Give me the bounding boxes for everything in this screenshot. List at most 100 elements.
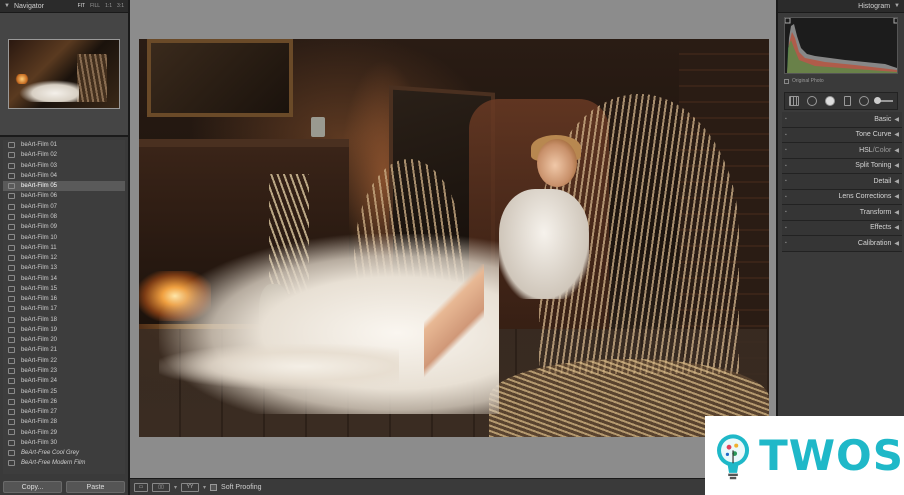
- expand-triangle-icon[interactable]: ◀: [894, 209, 899, 216]
- preset-item[interactable]: beArt-Film 28: [3, 417, 125, 427]
- preset-item[interactable]: beArt-Film 15: [3, 284, 125, 294]
- preset-icon: [8, 367, 15, 374]
- preset-item[interactable]: beArt-Film 30: [3, 438, 125, 448]
- panel-switch-icon[interactable]: ▪: [785, 194, 787, 200]
- preset-item[interactable]: beArt-Film 11: [3, 243, 125, 253]
- develop-panel-header[interactable]: ▪ Split Toning ◀: [782, 158, 902, 174]
- adjustment-brush-icon[interactable]: [873, 97, 893, 104]
- preset-item[interactable]: beArt-Film 18: [3, 315, 125, 325]
- preset-item[interactable]: beArt-Film 17: [3, 304, 125, 314]
- copy-button[interactable]: Copy...: [3, 481, 62, 493]
- expand-triangle-icon[interactable]: ◀: [894, 116, 899, 123]
- radial-filter-icon[interactable]: [858, 96, 869, 106]
- preset-item[interactable]: beArt-Film 21: [3, 345, 125, 355]
- crop-overlay-icon[interactable]: [789, 96, 800, 106]
- preset-item[interactable]: beArt-Film 14: [3, 273, 125, 283]
- expand-triangle-icon[interactable]: ◀: [894, 240, 899, 247]
- zoom-fit[interactable]: FIT: [78, 3, 86, 9]
- preset-item[interactable]: beArt-Film 10: [3, 232, 125, 242]
- preset-item[interactable]: beArt-Film 13: [3, 263, 125, 273]
- zoom-fill[interactable]: FILL: [90, 3, 100, 9]
- preset-label: beArt-Film 15: [21, 285, 58, 292]
- copy-paste-bar: Copy... Paste: [3, 481, 125, 495]
- panel-switch-icon[interactable]: ▪: [785, 147, 787, 153]
- original-photo-row[interactable]: Original Photo: [784, 78, 824, 84]
- expand-triangle-icon[interactable]: ◀: [894, 178, 899, 185]
- preset-item[interactable]: beArt-Film 26: [3, 397, 125, 407]
- preset-icon: [8, 234, 15, 241]
- soft-proofing-checkbox[interactable]: [210, 483, 218, 491]
- navigator-thumbnail[interactable]: [8, 39, 120, 109]
- preset-item[interactable]: beArt-Film 04: [3, 171, 125, 181]
- preset-item[interactable]: beArt-Film 16: [3, 294, 125, 304]
- navigator-header[interactable]: ▼ Navigator FIT FILL 1:1 3:1: [0, 0, 128, 13]
- expand-triangle-icon[interactable]: ◀: [894, 162, 899, 169]
- develop-panel-header[interactable]: ▪ Detail ◀: [782, 174, 902, 190]
- panel-switch-icon[interactable]: ▪: [785, 178, 787, 184]
- preset-item[interactable]: beArt-Film 08: [3, 212, 125, 222]
- preset-item[interactable]: beArt-Film 29: [3, 427, 125, 437]
- photo-bodice: [499, 189, 589, 299]
- collapse-triangle-icon[interactable]: ▼: [4, 3, 10, 9]
- preset-item[interactable]: beArt-Film 23: [3, 366, 125, 376]
- expand-triangle-icon[interactable]: ◀: [894, 224, 899, 231]
- red-eye-icon[interactable]: [825, 96, 836, 106]
- expand-triangle-icon[interactable]: ◀: [894, 193, 899, 200]
- develop-panel-header[interactable]: ▪ Transform ◀: [782, 205, 902, 221]
- preset-item[interactable]: beArt-Film 25: [3, 386, 125, 396]
- loupe-view-icon[interactable]: ▭: [134, 482, 148, 492]
- original-photo-checkbox[interactable]: [784, 78, 789, 84]
- preset-item[interactable]: beArt-Film 07: [3, 202, 125, 212]
- copy-settings-icon[interactable]: YY: [181, 482, 200, 492]
- panel-switch-icon[interactable]: ▪: [785, 225, 787, 231]
- zoom-3-1[interactable]: 3:1: [117, 3, 124, 9]
- develop-panel-header[interactable]: ▪ Basic ◀: [782, 112, 902, 128]
- main-photo[interactable]: [139, 39, 769, 437]
- preset-item[interactable]: beArt-Film 19: [3, 325, 125, 335]
- preset-item[interactable]: beArt-Film 02: [3, 150, 125, 160]
- preset-label: beArt-Film 06: [21, 193, 58, 200]
- preset-icon: [8, 275, 15, 282]
- preset-item[interactable]: beArt-Film 01: [3, 140, 125, 150]
- preset-item[interactable]: beArt-Film 20: [3, 335, 125, 345]
- histogram-header[interactable]: Histogram ▼: [778, 0, 904, 13]
- develop-panel-header[interactable]: ▪ Lens Corrections ◀: [782, 189, 902, 205]
- preset-item[interactable]: beArt-Film 03: [3, 161, 125, 171]
- panel-label-suffix[interactable]: Color: [875, 147, 892, 154]
- panel-switch-icon[interactable]: ▪: [785, 116, 787, 122]
- before-after-icon[interactable]: ▯▯: [152, 482, 170, 492]
- panel-switch-icon[interactable]: ▪: [785, 209, 787, 215]
- develop-panel-header[interactable]: ▪ Calibration ◀: [782, 236, 902, 252]
- preset-label: beArt-Film 21: [21, 347, 58, 354]
- graduated-filter-icon[interactable]: [843, 96, 851, 106]
- panel-switch-icon[interactable]: ▪: [785, 163, 787, 169]
- preset-label: beArt-Film 22: [21, 357, 58, 364]
- preset-item[interactable]: BeArt-Free Modern Film: [3, 458, 125, 468]
- zoom-1-1[interactable]: 1:1: [105, 3, 112, 9]
- panel-switch-icon[interactable]: ▪: [785, 132, 787, 138]
- dropdown-arrow-icon[interactable]: ▾: [203, 484, 206, 491]
- preset-item[interactable]: beArt-Film 24: [3, 376, 125, 386]
- develop-panel-header[interactable]: ▪ Effects ◀: [782, 220, 902, 236]
- develop-panel-header[interactable]: ▪ HSL / Color ◀: [782, 143, 902, 159]
- develop-panel-header[interactable]: ▪ Tone Curve ◀: [782, 127, 902, 143]
- preset-item[interactable]: BeArt-Free Cool Grey: [3, 448, 125, 458]
- spot-removal-icon[interactable]: [807, 96, 818, 106]
- preset-icon: [8, 152, 15, 159]
- collapse-triangle-icon[interactable]: ▼: [894, 3, 900, 9]
- panel-label: Lens Corrections: [838, 193, 892, 201]
- preset-item[interactable]: beArt-Film 12: [3, 253, 125, 263]
- dropdown-arrow-icon[interactable]: ▾: [174, 484, 177, 491]
- panel-label: Tone Curve: [855, 131, 892, 139]
- preset-item[interactable]: beArt-Film 22: [3, 356, 125, 366]
- preset-item[interactable]: beArt-Film 05: [3, 181, 125, 192]
- expand-triangle-icon[interactable]: ◀: [894, 147, 899, 154]
- preset-label: beArt-Film 12: [21, 255, 58, 262]
- panel-switch-icon[interactable]: ▪: [785, 240, 787, 246]
- paste-button[interactable]: Paste: [66, 481, 125, 493]
- preset-item[interactable]: beArt-Film 06: [3, 191, 125, 201]
- expand-triangle-icon[interactable]: ◀: [894, 131, 899, 138]
- preset-label: beArt-Film 27: [21, 409, 58, 416]
- preset-item[interactable]: beArt-Film 09: [3, 222, 125, 232]
- preset-item[interactable]: beArt-Film 27: [3, 407, 125, 417]
